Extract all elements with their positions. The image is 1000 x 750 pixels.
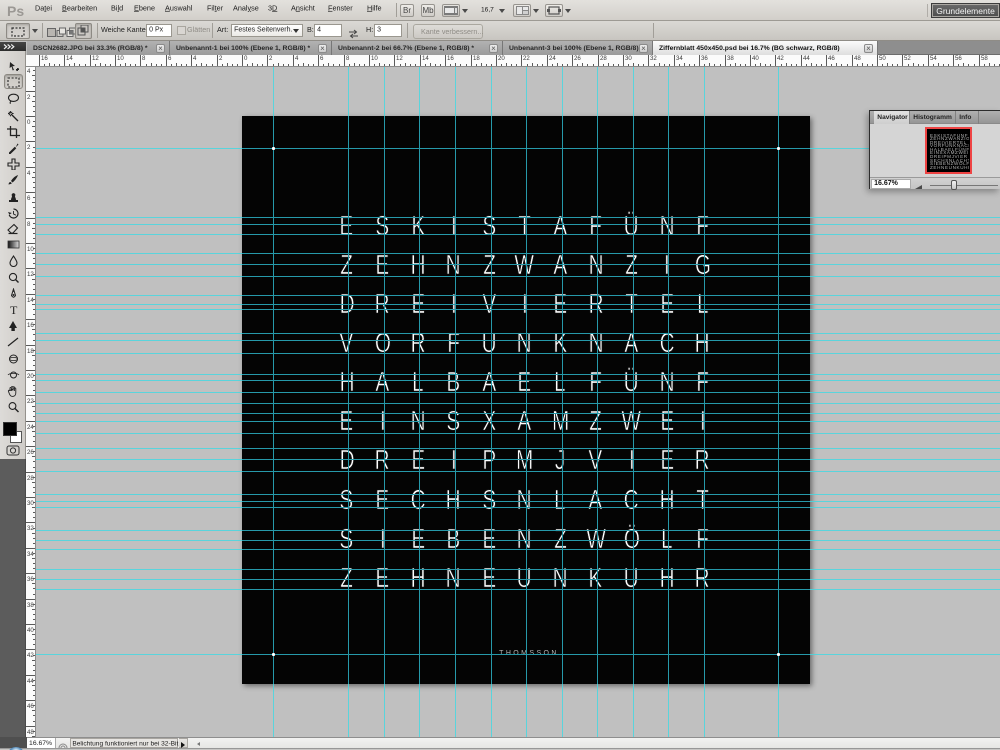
svg-text:T: T [10, 304, 18, 316]
